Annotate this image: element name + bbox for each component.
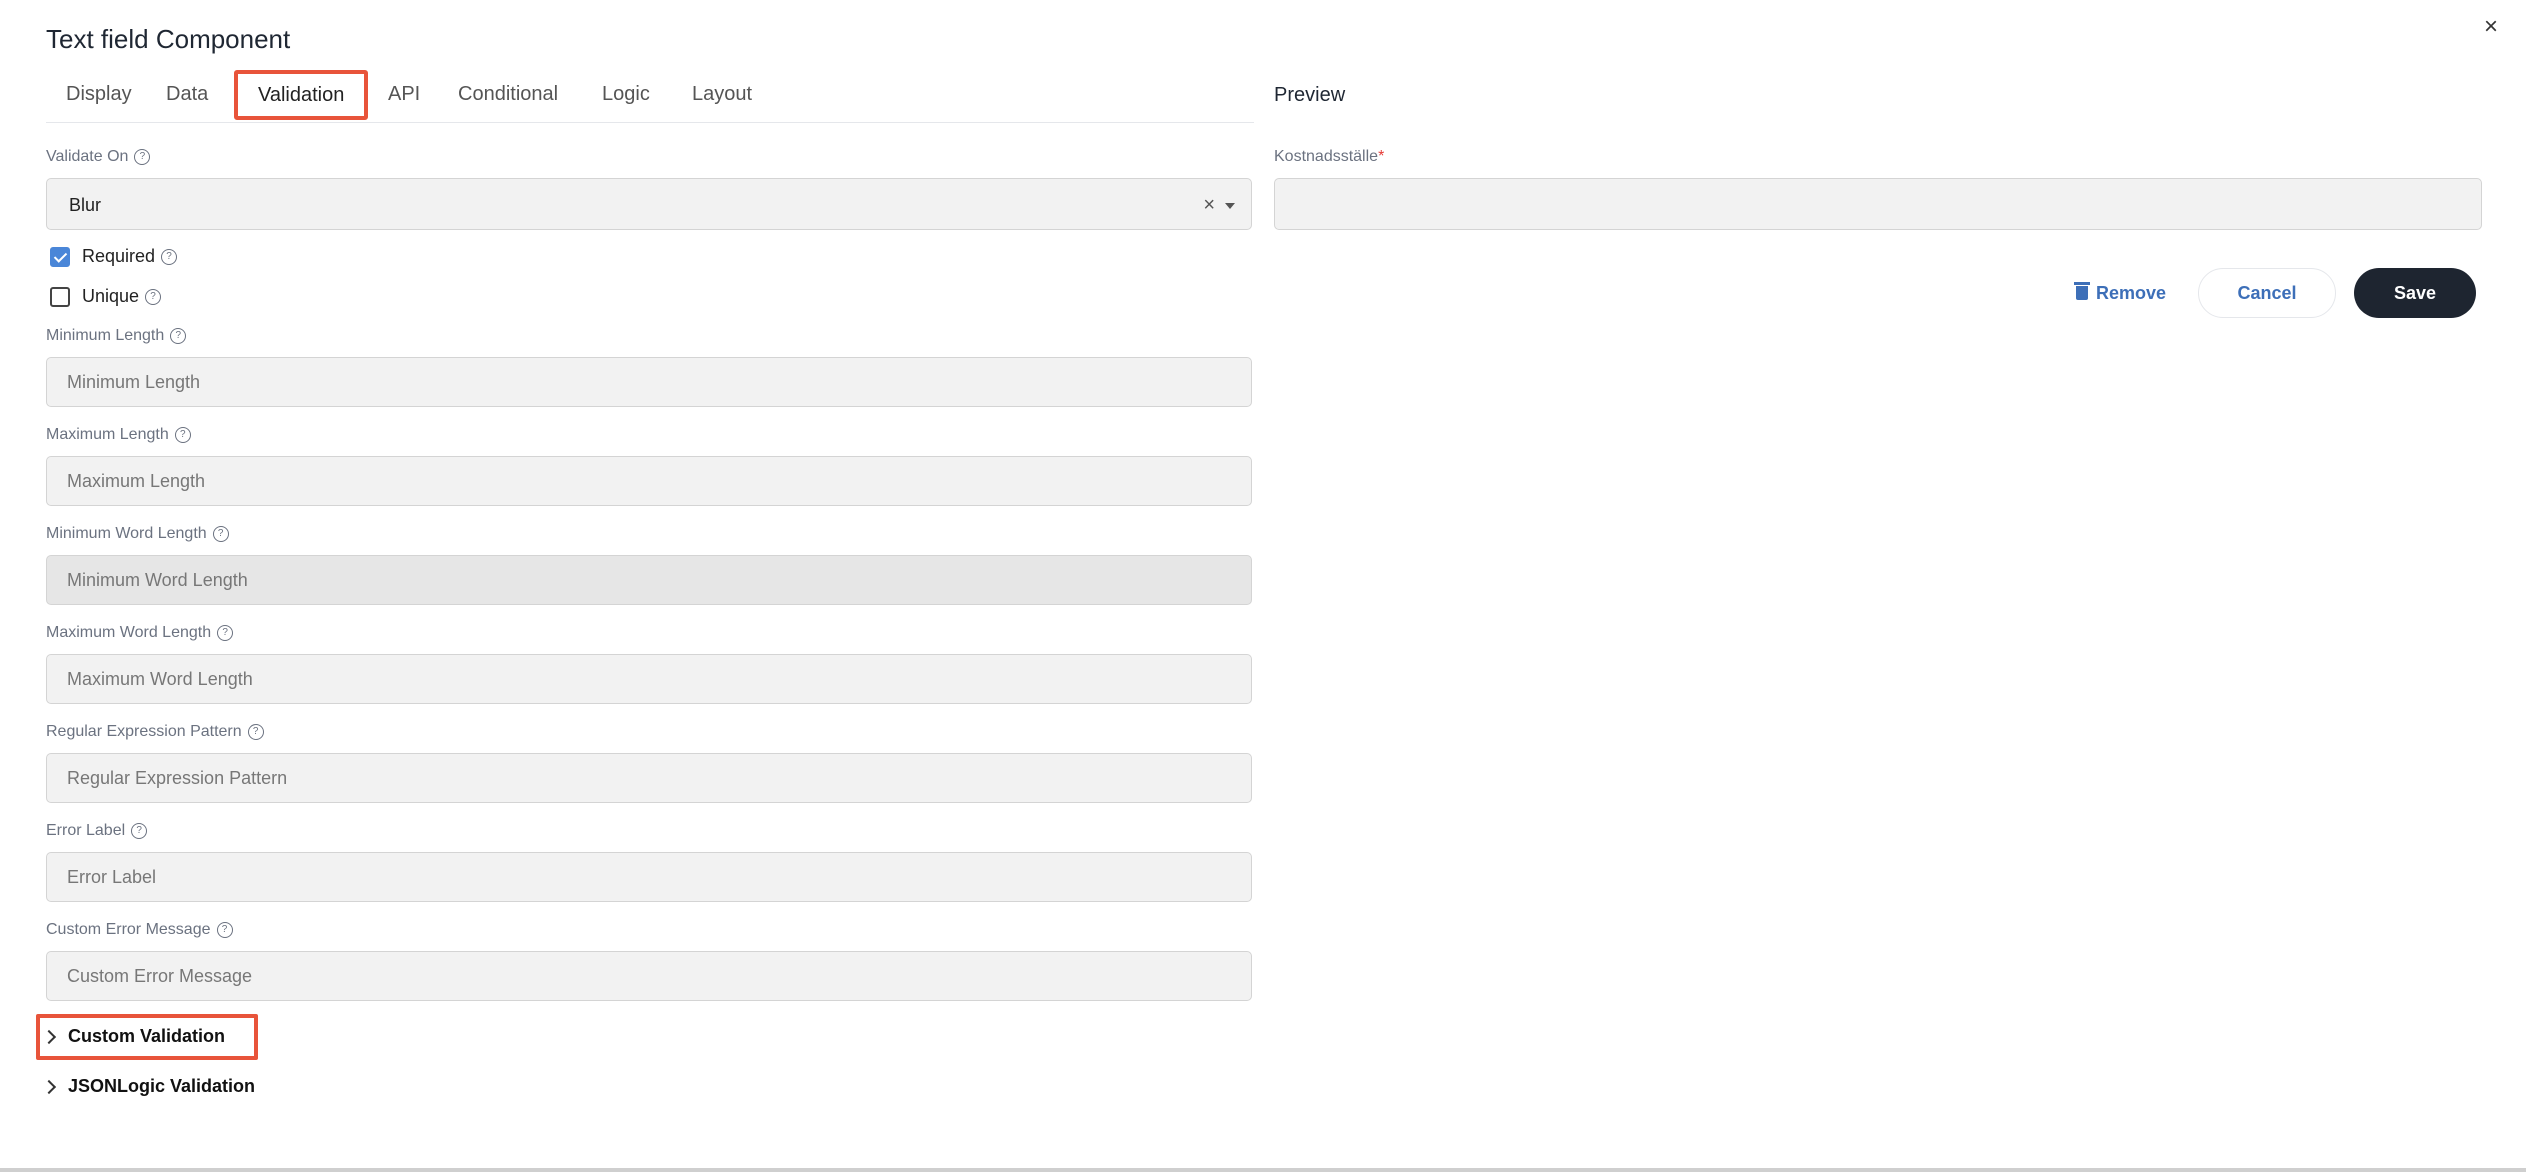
help-icon[interactable]: ? bbox=[161, 248, 178, 265]
help-icon[interactable]: ? bbox=[212, 526, 229, 542]
help-icon[interactable]: ? bbox=[247, 724, 264, 740]
min-word-length-label: Minimum Word Length ? bbox=[46, 525, 229, 543]
clear-icon[interactable]: × bbox=[1203, 179, 1215, 231]
preview-field-label-text: Kostnadsställe bbox=[1274, 148, 1379, 165]
tab-bar: Display Data Validation API Conditional … bbox=[46, 70, 1254, 123]
help-icon[interactable]: ? bbox=[134, 149, 151, 165]
unique-checkbox[interactable] bbox=[50, 287, 70, 307]
tab-display[interactable]: Display bbox=[46, 70, 152, 118]
chevron-right-icon bbox=[41, 1029, 57, 1044]
help-icon[interactable]: ? bbox=[174, 427, 191, 443]
regex-input[interactable] bbox=[46, 753, 1252, 803]
unique-label-text: Unique bbox=[82, 286, 140, 306]
remove-button[interactable]: Remove bbox=[2074, 268, 2167, 318]
custom-error-input[interactable] bbox=[46, 951, 1252, 1001]
tab-data[interactable]: Data bbox=[146, 70, 228, 118]
validate-on-select[interactable]: Blur × bbox=[46, 178, 1252, 230]
regex-label-text: Regular Expression Pattern bbox=[46, 723, 242, 740]
save-button[interactable]: Save bbox=[2354, 268, 2476, 318]
max-word-length-label: Maximum Word Length ? bbox=[46, 624, 234, 642]
help-icon[interactable]: ? bbox=[217, 625, 234, 641]
error-label-input[interactable] bbox=[46, 852, 1252, 902]
custom-validation-label: Custom Validation bbox=[68, 1026, 226, 1046]
caret-down-icon[interactable] bbox=[1225, 203, 1235, 209]
custom-validation-section[interactable]: Custom Validation bbox=[41, 1026, 226, 1047]
tab-layout[interactable]: Layout bbox=[672, 70, 772, 118]
required-checkbox[interactable] bbox=[50, 247, 70, 267]
required-label-text: Required bbox=[82, 246, 156, 266]
help-icon[interactable]: ? bbox=[216, 922, 233, 938]
error-label-label: Error Label ? bbox=[46, 822, 148, 840]
tab-conditional[interactable]: Conditional bbox=[438, 70, 578, 118]
preview-title: Preview bbox=[1274, 84, 1346, 106]
jsonlogic-validation-section[interactable]: JSONLogic Validation bbox=[41, 1076, 256, 1097]
max-word-length-input[interactable] bbox=[46, 654, 1252, 704]
error-label-label-text: Error Label bbox=[46, 822, 126, 839]
required-asterisk: * bbox=[1378, 148, 1385, 165]
dialog-title: Text field Component bbox=[46, 24, 291, 54]
tab-validation[interactable]: Validation bbox=[234, 70, 369, 120]
help-icon[interactable]: ? bbox=[131, 823, 148, 839]
help-icon[interactable]: ? bbox=[145, 288, 162, 305]
validate-on-value: Blur bbox=[69, 195, 102, 215]
close-icon[interactable]: × bbox=[2476, 12, 2506, 42]
help-icon[interactable]: ? bbox=[170, 328, 187, 344]
min-length-label: Minimum Length ? bbox=[46, 327, 187, 345]
custom-error-label-text: Custom Error Message bbox=[46, 921, 211, 938]
bottom-divider bbox=[0, 1168, 2526, 1172]
regex-label: Regular Expression Pattern ? bbox=[46, 723, 264, 741]
min-word-length-input[interactable] bbox=[46, 555, 1252, 605]
tab-logic[interactable]: Logic bbox=[582, 70, 670, 118]
jsonlogic-validation-label: JSONLogic Validation bbox=[68, 1076, 256, 1096]
required-label: Required ? bbox=[82, 246, 178, 267]
max-length-input[interactable] bbox=[46, 456, 1252, 506]
preview-field-label: Kostnadsställe* bbox=[1274, 148, 1384, 166]
remove-button-label: Remove bbox=[2096, 282, 2167, 303]
unique-label: Unique ? bbox=[82, 286, 162, 307]
validate-on-label: Validate On ? bbox=[46, 148, 151, 166]
trash-icon bbox=[2074, 282, 2090, 300]
min-length-label-text: Minimum Length bbox=[46, 327, 165, 344]
min-length-input[interactable] bbox=[46, 357, 1252, 407]
preview-input[interactable] bbox=[1274, 178, 2482, 230]
chevron-right-icon bbox=[41, 1079, 57, 1094]
max-length-label-text: Maximum Length bbox=[46, 426, 169, 443]
max-length-label: Maximum Length ? bbox=[46, 426, 191, 444]
custom-error-label: Custom Error Message ? bbox=[46, 921, 233, 939]
max-word-length-label-text: Maximum Word Length bbox=[46, 624, 212, 641]
min-word-length-label-text: Minimum Word Length bbox=[46, 525, 207, 542]
cancel-button[interactable]: Cancel bbox=[2198, 268, 2336, 318]
validate-on-label-text: Validate On bbox=[46, 148, 129, 165]
tab-api[interactable]: API bbox=[368, 70, 440, 118]
